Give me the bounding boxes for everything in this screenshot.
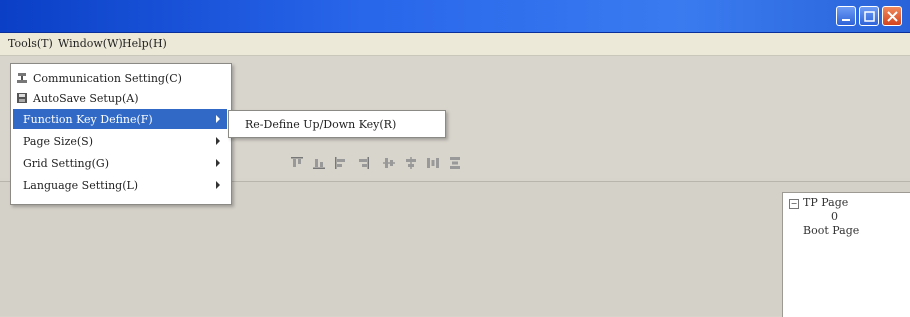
align-top-icon[interactable] — [290, 156, 304, 170]
tree-item-boot-page[interactable]: Boot Page — [803, 224, 859, 237]
menu-item-function-key-define[interactable]: Function Key Define(F) — [13, 109, 227, 129]
communication-icon — [17, 73, 27, 83]
tree-item-page-0[interactable]: 0 — [831, 210, 838, 223]
minimize-button[interactable] — [836, 6, 856, 26]
menu-item-page-size[interactable]: Page Size(S) — [13, 131, 227, 151]
maximize-icon — [864, 11, 875, 22]
menu-help[interactable]: Help(H) — [122, 37, 167, 50]
tree-item-tp-page[interactable]: TP Page — [803, 196, 848, 209]
menu-item-redefine-updown-key[interactable]: Re-Define Up/Down Key(R) — [245, 118, 396, 131]
align-left-icon[interactable] — [334, 156, 348, 170]
close-icon — [887, 11, 898, 22]
menu-item-grid-setting[interactable]: Grid Setting(G) — [13, 153, 227, 173]
menu-item-label: Grid Setting(G) — [23, 157, 110, 170]
distribute-v-icon[interactable] — [448, 156, 462, 170]
autosave-icon — [17, 93, 27, 103]
maximize-button[interactable] — [859, 6, 879, 26]
menu-item-communication-setting[interactable]: Communication Setting(C) — [13, 68, 227, 88]
menu-item-label: Communication Setting(C) — [33, 72, 182, 85]
align-hcenter-icon[interactable] — [404, 156, 418, 170]
tree-collapse-icon[interactable]: − — [789, 199, 799, 209]
menu-item-language-setting[interactable]: Language Setting(L) — [13, 175, 227, 195]
menu-item-label: Language Setting(L) — [23, 179, 139, 192]
tools-menu: Communication Setting(C) AutoSave Setup(… — [10, 63, 232, 205]
function-key-submenu: Re-Define Up/Down Key(R) — [228, 110, 446, 138]
submenu-arrow-icon — [216, 115, 220, 123]
submenu-arrow-icon — [216, 181, 220, 189]
menu-item-label: Function Key Define(F) — [23, 113, 153, 126]
submenu-arrow-icon — [216, 159, 220, 167]
menu-item-label: AutoSave Setup(A) — [33, 92, 139, 105]
menu-tools[interactable]: Tools(T) — [8, 37, 53, 50]
menu-item-autosave-setup[interactable]: AutoSave Setup(A) — [13, 88, 227, 108]
minimize-icon — [842, 19, 850, 21]
menu-window[interactable]: Window(W) — [58, 37, 123, 50]
menu-item-label: Page Size(S) — [23, 135, 93, 148]
menu-bar: Tools(T) Window(W) Help(H) — [0, 33, 910, 56]
distribute-h-icon[interactable] — [426, 156, 440, 170]
align-right-icon[interactable] — [356, 156, 370, 170]
align-vcenter-icon[interactable] — [382, 156, 396, 170]
align-bottom-icon[interactable] — [312, 156, 326, 170]
project-tree-panel: − TP Page 0 Boot Page — [782, 192, 910, 317]
close-button[interactable] — [882, 6, 902, 26]
submenu-arrow-icon — [216, 137, 220, 145]
window-titlebar — [0, 0, 910, 33]
